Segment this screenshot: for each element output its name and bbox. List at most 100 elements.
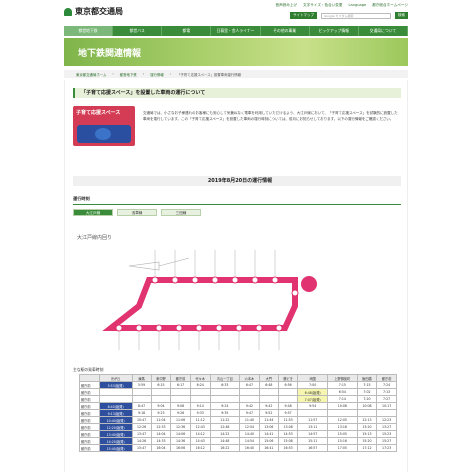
breadcrumb-operations[interactable]: 運行情報: [150, 72, 164, 77]
table-cell: [239, 395, 260, 403]
table-cell: 7:13: [376, 388, 397, 396]
nav-other[interactable]: その他の事業: [261, 26, 310, 36]
table-cell: 13:06: [258, 423, 279, 431]
table-cell: 14:04: [150, 430, 172, 438]
table-cell: 16:57: [297, 444, 329, 452]
table-cell: 13:27: [376, 423, 397, 431]
table-cell: 17:12: [356, 444, 378, 452]
table-cell: 6:17: [170, 381, 191, 389]
table-cell: [209, 388, 241, 396]
table-cell: 12:36: [170, 423, 191, 431]
table-cell: 7:07(始発): [297, 395, 329, 403]
table-cell: [277, 395, 299, 403]
table-cell: 12:26: [131, 423, 152, 431]
divider: [73, 204, 401, 205]
table-cell: 16:53: [277, 444, 299, 452]
table-cell: 15:20: [356, 437, 378, 445]
table-cell: 11:12: [189, 416, 211, 424]
table-cell: 13:16: [327, 423, 358, 431]
table-cell: 16:40: [239, 444, 260, 452]
table-cell: 5:53(始発): [98, 381, 133, 389]
table-cell: [258, 395, 279, 403]
table-cell: 6:15: [150, 381, 172, 389]
table-cell: 7:15: [356, 381, 378, 389]
table-cell: 10:40(始発): [98, 416, 133, 424]
table-cell: 5:59: [131, 381, 152, 389]
table-cell: [150, 388, 172, 396]
table-cell: 14:54: [239, 437, 260, 445]
line-tabs: 大江戸線 浅草線 三田線: [73, 209, 201, 216]
table-header-cell: 都庁前: [376, 374, 397, 382]
table-header-cell: 都庁前: [170, 374, 191, 382]
table-row-station: 都庁前: [79, 416, 100, 424]
table-cell: 14:06: [170, 430, 191, 438]
table-cell: 12:33: [150, 423, 172, 431]
util-link-voice[interactable]: 音声読み上げ: [275, 3, 297, 8]
table-cell: [297, 409, 329, 417]
table-cell: [258, 388, 279, 396]
table-cell: 13:40(始発): [98, 430, 133, 438]
table-cell: 14:33: [150, 437, 172, 445]
table-cell: 12:20(始発): [98, 423, 133, 431]
util-link-metro[interactable]: 都庁総合ホームページ: [372, 3, 408, 8]
timetable: 光が丘 練馬 東中野 都庁前 代々木 青山一丁目 六本木 大門 勝どき 両国 上野御徒町 飯田橋 都庁前…: [79, 374, 397, 452]
table-cell: [98, 395, 133, 403]
tab-oedo[interactable]: 大江戸線: [73, 209, 113, 216]
table-cell: 11:22: [209, 416, 241, 424]
table-header-cell: 光が丘: [98, 374, 133, 382]
table-cell: 6:48(始発): [297, 388, 329, 396]
utility-links: 音声読み上げ 文字サイズ・色合い変更 Language 都庁総合ホームページ: [275, 3, 408, 8]
nav-subway[interactable]: 都営地下鉄: [64, 26, 114, 36]
table-cell: 14:57: [297, 430, 329, 438]
table-header-cell: 上野御徒町: [327, 374, 358, 382]
table-cell: 9:54: [297, 402, 329, 410]
util-link-font[interactable]: 文字サイズ・色合い変更: [303, 3, 342, 8]
search-button[interactable]: 検索: [395, 12, 408, 19]
table-cell: 12:48: [209, 423, 241, 431]
breadcrumb-sep: ›: [142, 72, 145, 76]
table-row: 都庁前 6:48(始発) 6:54 7:02 7:13: [79, 388, 397, 396]
nav-tram[interactable]: 都電: [162, 26, 212, 36]
table-cell: 15:13: [356, 430, 378, 438]
table-cell: 14:48: [209, 437, 241, 445]
breadcrumb-sep: ›: [112, 72, 114, 76]
tab-asakusa[interactable]: 浅草線: [117, 209, 157, 216]
table-row-station: 都庁前: [79, 409, 100, 417]
table-cell: 14:22: [209, 430, 241, 438]
nav-pickup[interactable]: ピックアップ情報: [310, 26, 359, 36]
table-cell: [189, 395, 211, 403]
table-cell: 7:15: [327, 381, 358, 389]
table-cell: 9:04: [150, 402, 172, 410]
table-cell: 6:56: [277, 381, 299, 389]
table-header-cell: 大門: [258, 374, 279, 382]
table-cell: 9:42: [239, 402, 260, 410]
table-cell: 11:06: [170, 416, 191, 424]
promo-image-text: 子育て応援スペース: [76, 110, 121, 116]
promo-description: 交通局では、小さなお子様連れのお客様にも安心して気兼ねなく電車を利用していただけ…: [143, 111, 398, 121]
util-link-language[interactable]: Language: [348, 3, 366, 8]
table-cell: [131, 388, 152, 396]
nav-liner[interactable]: 日暮里・舎人ライナー: [211, 26, 261, 36]
breadcrumb-subway[interactable]: 都営地下鉄: [120, 72, 137, 77]
tab-mita[interactable]: 三田線: [161, 209, 201, 216]
table-cell: 11:04: [150, 416, 172, 424]
table-cell: 14:40: [239, 430, 260, 438]
table-cell: 10:47: [131, 416, 152, 424]
site-logo[interactable]: 東京都交通局: [64, 6, 123, 17]
breadcrumb-home[interactable]: 東京都交通局ホーム: [76, 72, 106, 77]
table-header-cell: 代々木: [189, 374, 211, 382]
table-cell: 11:44: [258, 416, 279, 424]
table-header-cell: 青山一丁目: [209, 374, 241, 382]
table-row: 都庁前 15:40(始発) 15:47 16:04 16:06 16:12 16:22 16:…: [79, 444, 397, 452]
table-cell: 16:06: [170, 444, 191, 452]
table-row-station: 都庁前: [79, 395, 100, 403]
table-row-station: 都庁前: [79, 444, 100, 452]
sitemap-button[interactable]: サイトマップ: [290, 12, 317, 19]
search-input[interactable]: Google カスタム検索: [321, 12, 391, 19]
breadcrumb-sep: ›: [169, 72, 172, 76]
nav-bus[interactable]: 都営バス: [113, 26, 163, 36]
table-cell: 17:23: [376, 444, 397, 452]
table-cell: [356, 409, 378, 417]
nav-about[interactable]: 交通局について: [359, 26, 408, 36]
tokyo-logo-icon: [64, 7, 72, 16]
